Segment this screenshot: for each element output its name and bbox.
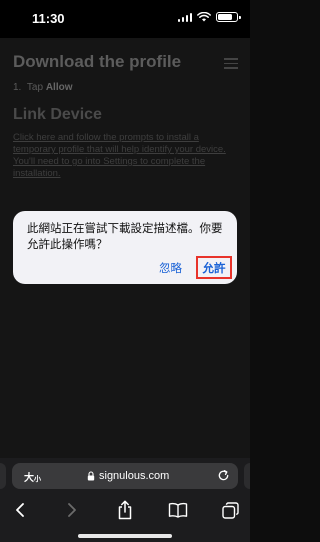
forward-icon bbox=[68, 503, 76, 517]
text-size-button[interactable]: 大小 bbox=[24, 469, 41, 484]
status-icons bbox=[177, 12, 241, 22]
battery-level bbox=[218, 14, 233, 20]
next-tab-edge[interactable] bbox=[244, 463, 250, 489]
ignore-button[interactable]: 忽略 bbox=[159, 260, 182, 276]
step-instruction: 1. Tap Allow bbox=[13, 82, 72, 93]
bookmarks-button[interactable] bbox=[166, 498, 190, 522]
profile-download-alert: 此網站正在嘗試下載設定描述檔。你要允許此操作嗎？ 忽略 允許 bbox=[13, 211, 237, 284]
step-action: Allow bbox=[45, 82, 73, 93]
status-time: 11:30 bbox=[32, 11, 65, 26]
browser-toolbar: 大小 signulous.com bbox=[0, 458, 250, 542]
share-button[interactable] bbox=[113, 498, 137, 522]
lock-icon bbox=[87, 471, 95, 481]
navigation-row bbox=[0, 498, 250, 524]
previous-tab-edge[interactable] bbox=[0, 463, 6, 489]
address-bar[interactable]: 大小 signulous.com bbox=[12, 463, 238, 489]
url-text[interactable]: signulous.com bbox=[99, 470, 169, 482]
back-button[interactable] bbox=[8, 498, 32, 522]
step-prefix: Tap bbox=[26, 82, 44, 93]
wifi-icon bbox=[197, 12, 211, 22]
share-icon bbox=[118, 500, 132, 520]
menu-icon[interactable] bbox=[224, 58, 238, 72]
instructions-link[interactable]: Click here and follow the prompts to ins… bbox=[13, 132, 226, 179]
status-bar: 11:30 bbox=[0, 0, 250, 38]
allow-button[interactable]: 允許 bbox=[196, 256, 232, 279]
tabs-button[interactable] bbox=[218, 498, 242, 522]
alert-message: 此網站正在嘗試下載設定描述檔。你要允許此操作嗎？ bbox=[27, 223, 223, 251]
step-number: 1. bbox=[13, 82, 22, 93]
reload-icon[interactable] bbox=[217, 469, 230, 482]
home-indicator[interactable] bbox=[78, 534, 172, 538]
bookmarks-icon bbox=[168, 502, 188, 518]
battery-icon bbox=[216, 12, 241, 22]
tabs-icon bbox=[221, 501, 239, 519]
instructions-paragraph: Click here and follow the prompts to ins… bbox=[13, 132, 238, 180]
forward-button[interactable] bbox=[60, 498, 84, 522]
section-title: Link Device bbox=[13, 106, 102, 123]
page-title: Download the profile bbox=[13, 52, 182, 71]
back-icon bbox=[16, 503, 24, 517]
cellular-signal-icon bbox=[177, 12, 192, 22]
